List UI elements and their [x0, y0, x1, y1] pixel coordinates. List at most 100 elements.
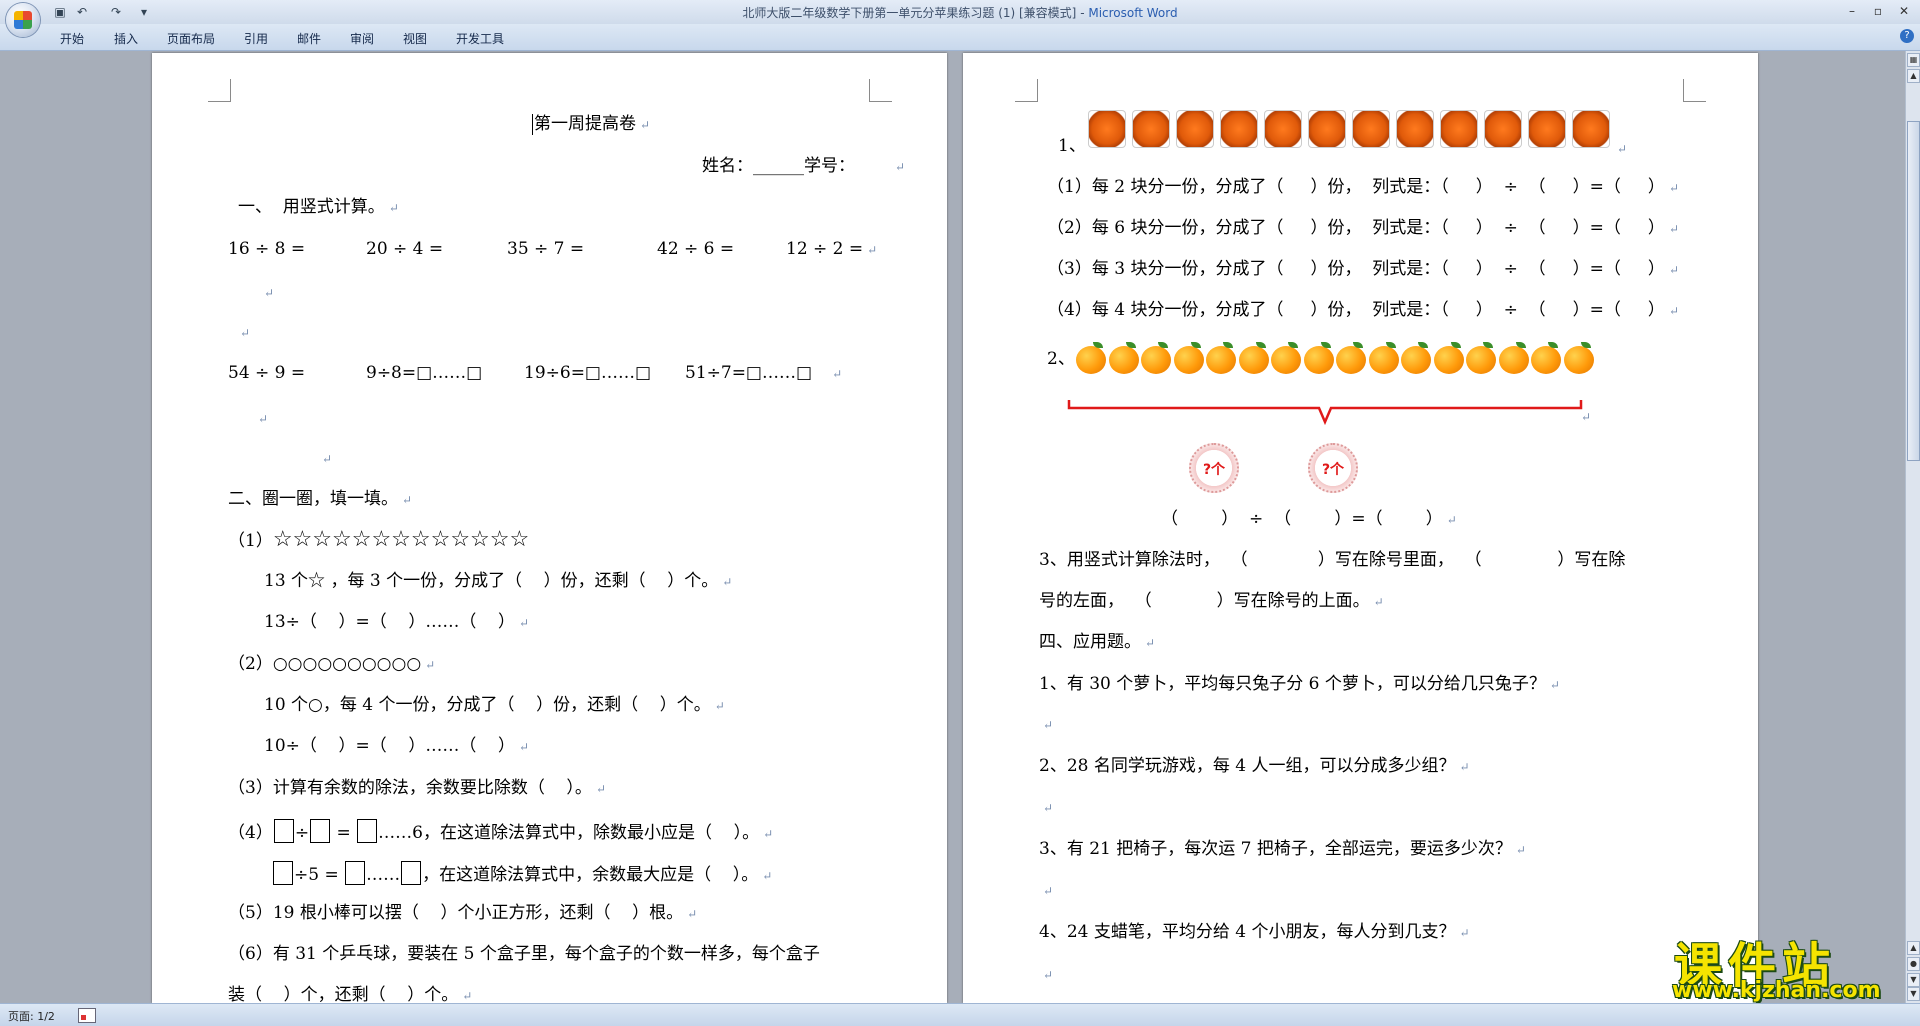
- ruler-toggle-icon[interactable]: ▦: [1907, 53, 1920, 67]
- page-2[interactable]: 1、 ↵ （1）每 2 块分一份，分成了（ ）份， 列式是：（ ） ÷ （ ）=…: [963, 53, 1758, 1003]
- orange-icon: [1368, 342, 1401, 374]
- orange-icon: [1271, 342, 1303, 374]
- word-problem: 3、有 21 把椅子，每次运 7 把椅子，全部运完，要运多少次？ ↵: [1039, 839, 1526, 859]
- scroll-thumb[interactable]: [1907, 121, 1920, 461]
- blank-box: [345, 861, 366, 885]
- orange-icon: [1108, 342, 1141, 374]
- blank-box: [273, 861, 293, 885]
- minimize-button[interactable]: –: [1840, 2, 1864, 20]
- orange-icon: [1531, 342, 1563, 374]
- problem-1-line: （4）每 4 块分一份，分成了（ ）份， 列式是：（ ） ÷ （ ）=（ ） ↵: [1047, 300, 1679, 320]
- question-1-text: 13 个☆ ，每 3 个一份，分成了（ ）份，还剩（ ）个。 ↵: [264, 571, 733, 591]
- problem-1-line: （1）每 2 块分一份，分成了（ ）份， 列式是：（ ） ÷ （ ）=（ ） ↵: [1047, 177, 1679, 197]
- calc-item: 42 ÷ 6 =: [657, 239, 735, 259]
- scroll-up-icon[interactable]: ▲: [1907, 69, 1920, 83]
- unknown-count-circle: ?个: [1189, 443, 1239, 493]
- orange-icon: [1401, 342, 1433, 374]
- question-3: （3）计算有余数的除法，余数要比除数（ ）。 ↵: [228, 778, 606, 798]
- paragraph-mark: ↵: [264, 286, 275, 300]
- page-1[interactable]: 第一周提高卷 ↵ 姓名：______学号： ↵ 一、 用竖式计算。 ↵ 16 ÷ 8 …: [152, 53, 947, 1003]
- tab-mailings[interactable]: 邮件: [297, 30, 321, 47]
- word-problem: 1、有 30 个萝卜，平均每只兔子分 6 个萝卜，可以分给几只兔子？ ↵: [1039, 674, 1560, 694]
- tab-references[interactable]: 引用: [244, 30, 268, 47]
- orange-icon: [1336, 342, 1368, 374]
- tab-view[interactable]: 视图: [403, 30, 427, 47]
- vertical-scrollbar[interactable]: ▦ ▲ ▲ ● ▼ ▼: [1905, 51, 1920, 1003]
- tab-home[interactable]: 开始: [60, 30, 84, 47]
- restore-button[interactable]: ▫: [1866, 2, 1890, 20]
- fruit-piece-icon: [1528, 110, 1566, 148]
- paragraph-mark: ↵: [258, 412, 269, 426]
- title-bar: ▣ ↶ ↷ ▾ 北师大版二年级数学下册第一单元分苹果练习题 (1) [兼容模式]…: [0, 0, 1920, 37]
- word-problem: 2、28 名同学玩游戏，每 4 人一组，可以分成多少组？ ↵: [1039, 756, 1470, 776]
- problem-1-label: 1、: [1058, 136, 1086, 156]
- paragraph-mark: ↵: [1581, 410, 1592, 424]
- question-5: （5）19 根小棒可以摆（ ）个小正方形，还剩（ ）根。 ↵: [228, 903, 698, 923]
- page-title: 第一周提高卷 ↵: [532, 114, 651, 135]
- fruit-piece-icon: [1176, 110, 1214, 148]
- orange-icon: [1433, 342, 1466, 374]
- status-bar: 页面: 1/2: [0, 1003, 1920, 1026]
- fruit-piece-icon: [1308, 110, 1346, 148]
- calc-item: 20 ÷ 4 =: [366, 239, 444, 259]
- name-id-line: 姓名：______学号： ↵: [702, 156, 906, 176]
- paragraph-mark: ↵: [1043, 801, 1054, 815]
- help-icon[interactable]: ?: [1900, 29, 1914, 43]
- question-6-line-1: （6）有 31 个乒乓球，要装在 5 个盒子里，每个盒子的个数一样多，每个盒子: [228, 944, 820, 964]
- calc-item: 16 ÷ 8 =: [228, 239, 306, 259]
- page-counter[interactable]: 页面: 1/2: [8, 1008, 55, 1024]
- orange-icon: [1141, 342, 1173, 374]
- office-logo-icon: [14, 11, 32, 29]
- paragraph-mark: ↵: [1617, 142, 1628, 156]
- section-1-heading: 一、 用竖式计算。 ↵: [238, 197, 399, 217]
- margin-corner-mark: [1683, 79, 1706, 102]
- orange-icon: [1303, 342, 1336, 374]
- problem-1-line: （2）每 6 块分一份，分成了（ ）份， 列式是：（ ） ÷ （ ）=（ ） ↵: [1047, 218, 1679, 238]
- blank-box: [401, 861, 422, 885]
- question-1-equation: 13÷（ ）=（ ）……（ ） ↵: [264, 612, 530, 632]
- tab-developer[interactable]: 开发工具: [456, 30, 504, 47]
- calc-item: 51÷7=□……□ ↵: [685, 363, 843, 383]
- section-2-heading: 二、圈一圈，填一填。 ↵: [228, 489, 413, 509]
- problem-2-label: 2、: [1047, 349, 1075, 369]
- question-2-text: 10 个○，每 4 个一份，分成了（ ）份，还剩（ ）个。 ↵: [264, 695, 725, 715]
- margin-corner-mark: [869, 79, 892, 102]
- problem-1-line: （3）每 3 块分一份，分成了（ ）份， 列式是：（ ） ÷ （ ）=（ ） ↵: [1047, 259, 1679, 279]
- margin-corner-mark: [1015, 79, 1038, 102]
- margin-corner-mark: [208, 79, 231, 102]
- calc-item: 35 ÷ 7 =: [507, 239, 585, 259]
- tab-review[interactable]: 审阅: [350, 30, 374, 47]
- fruit-piece-icon: [1132, 110, 1170, 148]
- document-workspace: 第一周提高卷 ↵ 姓名：______学号： ↵ 一、 用竖式计算。 ↵ 16 ÷ 8 …: [0, 51, 1905, 1003]
- close-button[interactable]: ✕: [1892, 2, 1916, 20]
- orange-icon: [1076, 342, 1108, 374]
- question-2-circles: （2）○○○○○○○○○○ ↵: [228, 654, 436, 674]
- app-name: Microsoft Word: [1088, 6, 1178, 20]
- paragraph-mark: ↵: [322, 452, 333, 466]
- fruit-piece-icon: [1088, 110, 1126, 148]
- kjzhan-watermark: 课件站 www.kjzhan.com: [1660, 926, 1910, 1004]
- calc-item: 54 ÷ 9 =: [228, 363, 306, 383]
- blank-box: [273, 819, 294, 843]
- window-title: 北师大版二年级数学下册第一单元分苹果练习题 (1) [兼容模式] - Micro…: [0, 4, 1920, 21]
- section-4-heading: 四、应用题。 ↵: [1039, 632, 1156, 652]
- unknown-count-circle: ?个: [1308, 443, 1358, 493]
- proofing-icon[interactable]: [78, 1008, 96, 1023]
- problem-3-line-1: 3、用竖式计算除法时， （ ）写在除号里面， （ ）写在除: [1039, 550, 1626, 570]
- tab-page-layout[interactable]: 页面布局: [167, 30, 215, 47]
- orange-icon: [1466, 342, 1498, 374]
- calc-item: 12 ÷ 2 = ↵: [786, 239, 878, 259]
- tab-insert[interactable]: 插入: [114, 30, 138, 47]
- paragraph-mark: ↵: [240, 326, 251, 340]
- orange-icon: [1563, 342, 1596, 374]
- ribbon-tabs: 开始 插入 页面布局 引用 邮件 审阅 视图 开发工具 ?: [0, 24, 1920, 51]
- blank-box: [310, 819, 331, 843]
- fruit-piece-icon: [1572, 110, 1610, 148]
- question-4b: ÷5 = …… ，在这道除法算式中，余数最大应是（ ）。 ↵: [272, 861, 772, 886]
- watermark-url: www.kjzhan.com: [1672, 978, 1881, 1003]
- office-button[interactable]: [6, 3, 40, 37]
- question-6-line-2: 装（ ）个，还剩（ ）个。 ↵: [228, 985, 473, 1003]
- fruit-piece-icon: [1440, 110, 1478, 148]
- orange-icon: [1206, 342, 1238, 374]
- calc-item: 19÷6=□……□: [524, 363, 652, 383]
